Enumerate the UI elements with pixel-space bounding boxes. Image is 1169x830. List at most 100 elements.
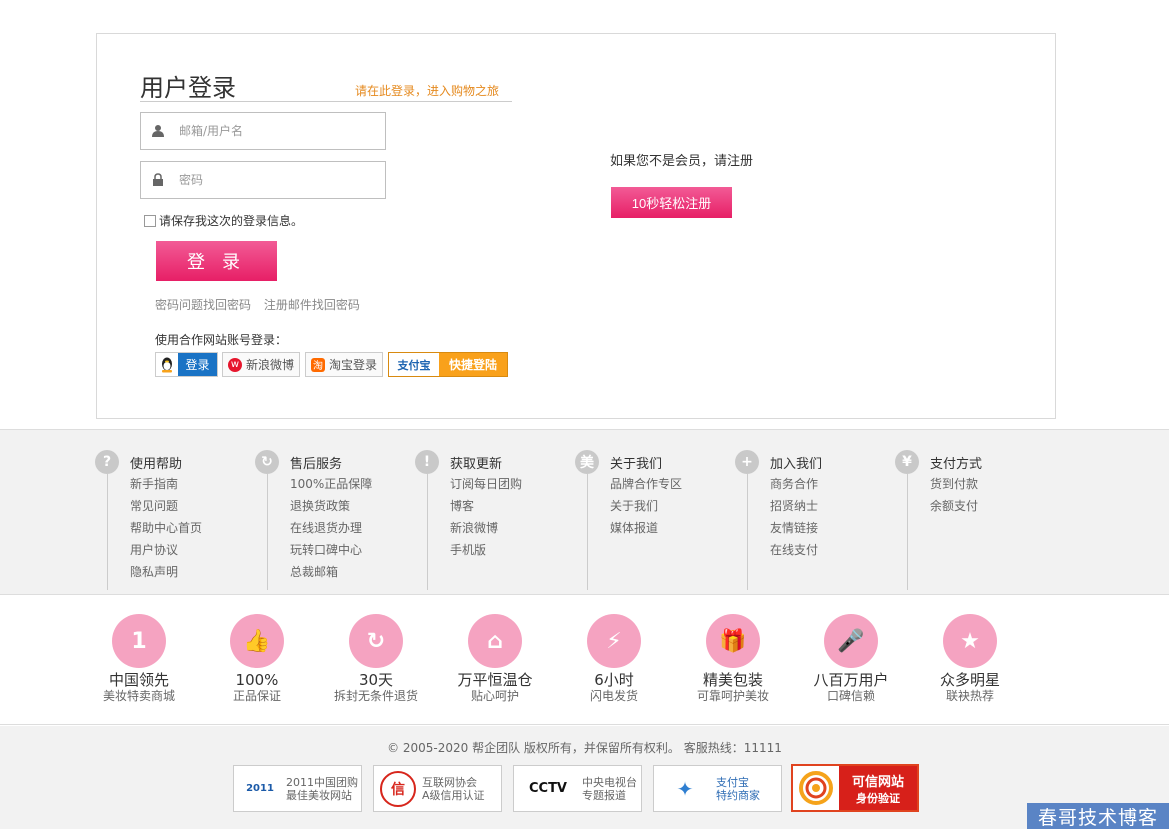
username-field[interactable] [140, 112, 386, 150]
help-link[interactable]: 总裁邮箱 [290, 565, 372, 587]
partner-login-label: 使用合作网站账号登录： [155, 333, 288, 347]
help-link[interactable]: 用户协议 [130, 543, 202, 565]
help-link[interactable]: 余额支付 [930, 499, 978, 521]
help-link[interactable]: 新手指南 [130, 477, 202, 499]
qq-penguin-icon [156, 353, 178, 376]
lock-icon [153, 173, 163, 186]
help-column-title: 售后服务 [290, 457, 343, 472]
feature-item: 🎁 精美包装 可靠呵护美妆 [673, 614, 793, 703]
thumbs-up-icon: 👍 [230, 614, 284, 668]
cctv-badge[interactable]: CCTV 中央电视台 专题报道 [513, 765, 642, 812]
login-button[interactable]: 登 录 [156, 241, 277, 281]
help-link[interactable]: 玩转口碑中心 [290, 543, 372, 565]
help-link[interactable]: 退换货政策 [290, 499, 372, 521]
help-column-usage: ? 使用帮助 新手指南 常见问题 帮助中心首页 用户协议 隐私声明 [95, 450, 245, 595]
trust-badge-title: 可信网站 [851, 774, 904, 790]
help-column-aftersales: ↻ 售后服务 100%正品保障 退换货政策 在线退货办理 玩转口碑中心 总裁邮箱 [255, 450, 405, 595]
remember-row: 请保存我这次的登录信息。 [144, 212, 303, 229]
help-link[interactable]: 100%正品保障 [290, 477, 372, 499]
find-by-question-link[interactable]: 密码问题找回密码 [155, 298, 251, 312]
feature-item: ↻ 30天 拆封无条件退货 [316, 614, 436, 703]
warehouse-icon: ⌂ [468, 614, 522, 668]
help-link[interactable]: 商务合作 [770, 477, 818, 499]
login-hint: 请在此登录，进入购物之旅 [355, 84, 500, 98]
credit-badge[interactable]: 信 互联网协会 A级信用认证 [373, 765, 502, 812]
number-one-icon: 1 [112, 614, 166, 668]
taobao-login-label: 淘宝登录 [328, 358, 377, 372]
help-link[interactable]: 订阅每日团购 [450, 477, 522, 499]
feature-subtitle: 正品保证 [232, 689, 281, 703]
help-link[interactable]: 常见问题 [130, 499, 202, 521]
refresh-icon: ↻ [255, 450, 279, 474]
help-column-join: + 加入我们 商务合作 招贤纳士 友情链接 在线支付 [735, 450, 885, 595]
alipay-login-button[interactable]: 支付宝 快捷登陆 [388, 352, 508, 377]
badge-line: 互联网协会 [422, 775, 477, 789]
feature-item: ★ 众多明星 联袂热荐 [910, 614, 1030, 703]
taobao-icon: 淘 [310, 357, 325, 372]
feature-item: ⚡ 6小时 闪电发货 [554, 614, 674, 703]
feature-title: 万平恒温仓 [457, 671, 533, 689]
password-input[interactable] [179, 162, 379, 198]
badge-line: 中央电视台 [582, 775, 637, 789]
star-icon: ★ [943, 614, 997, 668]
feature-title: 精美包装 [702, 671, 763, 689]
help-link[interactable]: 在线退货办理 [290, 521, 372, 543]
help-column-title: 关于我们 [610, 457, 663, 472]
help-link[interactable]: 手机版 [450, 543, 522, 565]
help-link[interactable]: 媒体报道 [610, 521, 682, 543]
username-input[interactable] [179, 113, 379, 149]
weibo-login-button[interactable]: w 新浪微博 [222, 352, 300, 377]
trusted-swirl-icon [793, 766, 839, 810]
register-button[interactable]: 10秒轻松注册 [611, 187, 732, 218]
help-link[interactable]: 在线支付 [770, 543, 818, 565]
help-column-title: 获取更新 [450, 457, 503, 472]
feature-title: 6小时 [594, 671, 634, 689]
award-badge[interactable]: 2011 2011中国团购 最佳美妆网站 [233, 765, 362, 812]
qq-login-label: 登录 [178, 353, 217, 376]
column-divider [267, 474, 268, 590]
help-column-title: 支付方式 [930, 457, 983, 472]
brand-icon: 美 [575, 450, 599, 474]
help-column-updates: ! 获取更新 订阅每日团购 博客 新浪微博 手机版 [415, 450, 565, 595]
feature-subtitle: 拆封无条件退货 [333, 689, 418, 703]
weibo-icon: w [227, 357, 242, 372]
find-by-email-link[interactable]: 注册邮件找回密码 [264, 298, 360, 312]
column-divider [587, 474, 588, 590]
help-link[interactable]: 新浪微博 [450, 521, 522, 543]
lightning-icon: ⚡ [587, 614, 641, 668]
qq-login-button[interactable]: 登录 [155, 352, 218, 377]
help-link[interactable]: 博客 [450, 499, 522, 521]
trusted-site-badge[interactable]: 可信网站 身份验证 [791, 764, 919, 812]
badge-line: A级信用认证 [422, 788, 485, 802]
column-divider [107, 474, 108, 590]
password-field[interactable] [140, 161, 386, 199]
help-link[interactable]: 关于我们 [610, 499, 682, 521]
help-link[interactable]: 货到付款 [930, 477, 978, 499]
copyright-text: © 2005-2020 帮企团队 版权所有，并保留所有权利。 客服热线：1111… [387, 741, 782, 755]
cctv-logo-icon: CCTV [528, 781, 567, 796]
badge-line: 2011中国团购 [286, 775, 358, 789]
help-link[interactable]: 隐私声明 [130, 565, 202, 587]
award-globe-icon: 2011 [246, 783, 274, 794]
feature-title: 中国领先 [108, 671, 169, 689]
help-link[interactable]: 品牌合作专区 [610, 477, 682, 499]
help-link[interactable]: 友情链接 [770, 521, 818, 543]
trust-badge-subtitle: 身份验证 [856, 791, 900, 805]
alert-icon: ! [415, 450, 439, 474]
help-link[interactable]: 帮助中心首页 [130, 521, 202, 543]
column-divider [427, 474, 428, 590]
taobao-login-button[interactable]: 淘 淘宝登录 [305, 352, 383, 377]
column-divider [907, 474, 908, 590]
remember-checkbox[interactable] [144, 214, 156, 227]
alipay-logo-icon: 支付宝 [389, 353, 439, 376]
password-recovery-links: 密码问题找回密码 注册邮件找回密码 [155, 296, 369, 313]
microphone-icon: 🎤 [824, 614, 878, 668]
login-title: 用户登录 [140, 74, 236, 102]
alipay-badge[interactable]: ✦ 支付宝 特约商家 [653, 765, 782, 812]
column-divider [747, 474, 748, 590]
feature-item: 🎤 八百万用户 口碑信赖 [791, 614, 911, 703]
copyright-section: © 2005-2020 帮企团队 版权所有，并保留所有权利。 客服热线：1111… [0, 726, 1169, 829]
feature-subtitle: 贴心呵护 [470, 689, 519, 703]
help-link[interactable]: 招贤纳士 [770, 499, 818, 521]
remember-label: 请保存我这次的登录信息。 [159, 214, 304, 228]
